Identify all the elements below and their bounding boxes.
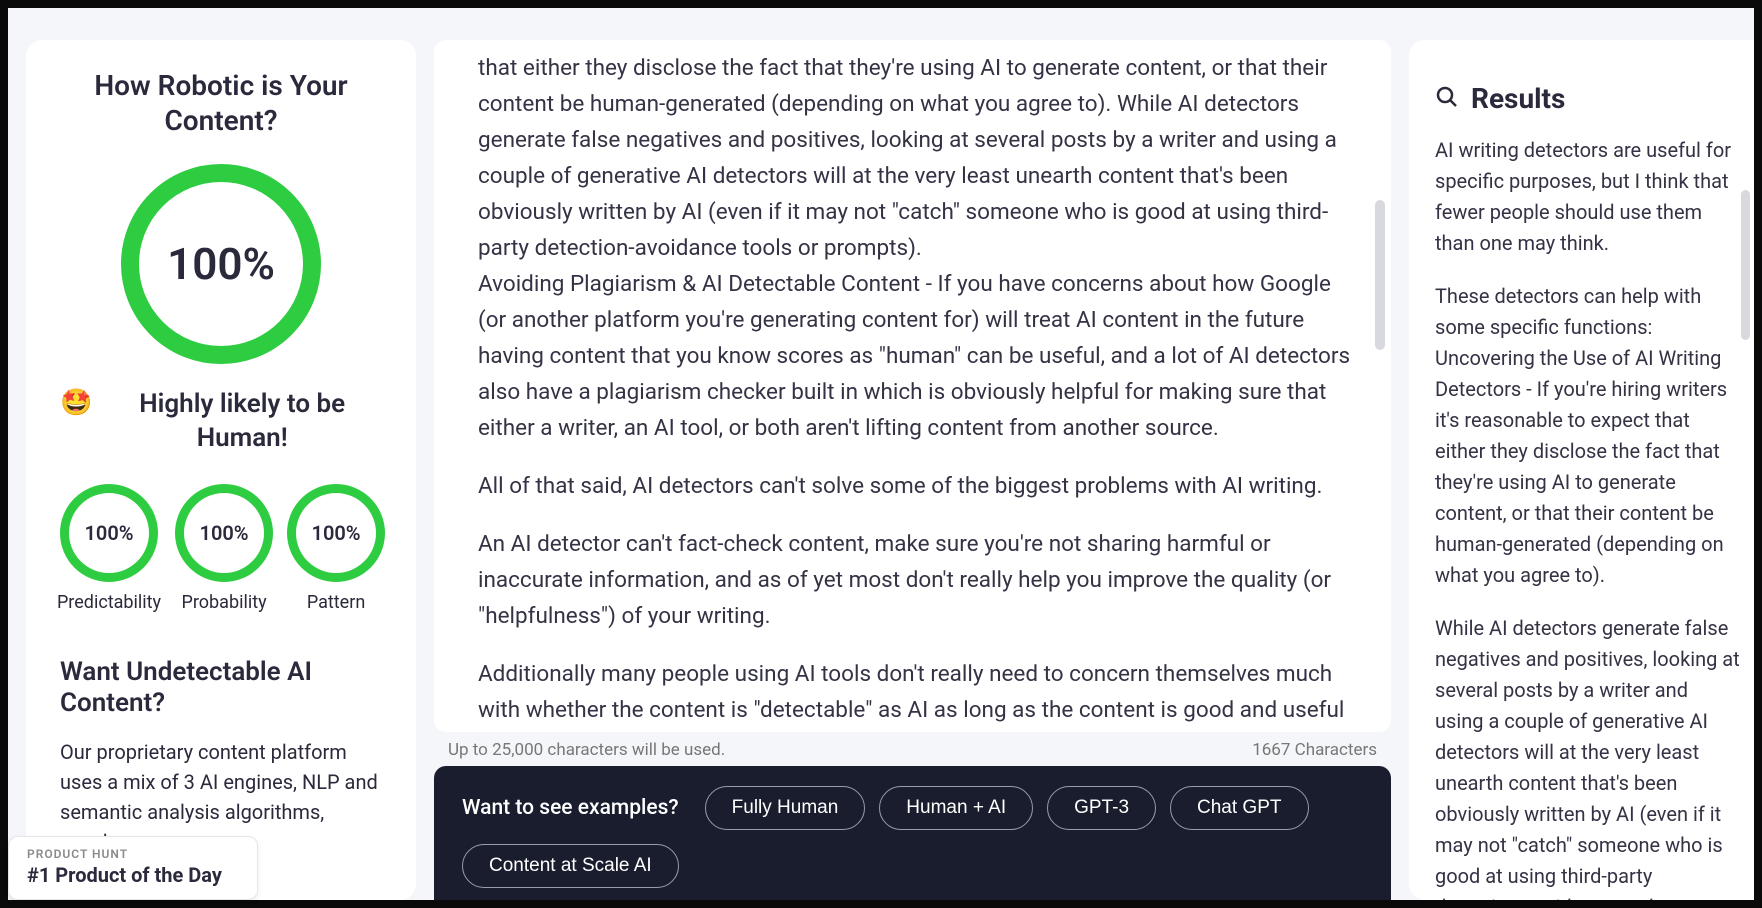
product-hunt-badge[interactable]: PRODUCT HUNT #1 Product of the Day <box>8 836 258 900</box>
metric-ring: 100% <box>287 484 385 582</box>
metric-label: Predictability <box>57 592 161 613</box>
example-content-at-scale-button[interactable]: Content at Scale AI <box>462 844 679 888</box>
editor-panel: that either they disclose the fact that … <box>434 40 1391 900</box>
metric-label: Probability <box>182 592 267 613</box>
results-scrollbar[interactable] <box>1741 190 1750 340</box>
content-editor[interactable]: that either they disclose the fact that … <box>434 40 1391 732</box>
editor-paragraph: that either they disclose the fact that … <box>478 50 1351 266</box>
results-title: Results <box>1471 82 1565 115</box>
overall-score-value: 100% <box>167 238 275 290</box>
results-header: Results <box>1435 82 1740 115</box>
editor-paragraph: Additionally many people using AI tools … <box>478 656 1351 732</box>
editor-paragraph: Avoiding Plagiarism & AI Detectable Cont… <box>478 266 1351 446</box>
score-title: How Robotic is Your Content? <box>60 68 382 138</box>
starstruck-emoji-icon: 🤩 <box>60 388 92 419</box>
overall-score-ring: 100% <box>121 164 321 364</box>
examples-label: Want to see examples? <box>462 796 679 820</box>
ph-badge-label: PRODUCT HUNT <box>27 847 239 861</box>
metric-value: 100% <box>200 521 249 545</box>
score-panel: How Robotic is Your Content? 100% 🤩 High… <box>26 40 416 900</box>
results-paragraph: While AI detectors generate false negati… <box>1435 613 1740 900</box>
ph-badge-title: #1 Product of the Day <box>27 863 239 887</box>
examples-bar: Want to see examples? Fully Human Human … <box>434 766 1391 900</box>
undetectable-heading: Want Undetectable AI Content? <box>60 657 382 719</box>
metric-ring: 100% <box>175 484 273 582</box>
metric-probability: 100% Probability <box>175 484 273 613</box>
metric-pattern: 100% Pattern <box>287 484 385 613</box>
metric-rings: 100% Predictability 100% Probability 100… <box>57 484 385 613</box>
metric-value: 100% <box>84 521 133 545</box>
results-paragraph: AI writing detectors are useful for spec… <box>1435 135 1740 259</box>
editor-paragraph: All of that said, AI detectors can't sol… <box>478 468 1351 504</box>
magnifier-icon <box>1435 85 1459 113</box>
example-gpt3-button[interactable]: GPT-3 <box>1047 786 1156 830</box>
metric-predictability: 100% Predictability <box>57 484 161 613</box>
char-limit-note: Up to 25,000 characters will be used. <box>448 740 725 760</box>
verdict: 🤩 Highly likely to be Human! <box>60 388 382 456</box>
example-chatgpt-button[interactable]: Chat GPT <box>1170 786 1308 830</box>
metric-value: 100% <box>312 521 361 545</box>
results-body: AI writing detectors are useful for spec… <box>1435 135 1740 900</box>
results-paragraph: These detectors can help with some speci… <box>1435 281 1740 591</box>
editor-paragraph: An AI detector can't fact-check content,… <box>478 526 1351 634</box>
char-count: 1667 Characters <box>1252 740 1377 760</box>
metric-ring: 100% <box>60 484 158 582</box>
example-fully-human-button[interactable]: Fully Human <box>705 786 866 830</box>
metric-label: Pattern <box>307 592 365 613</box>
editor-scrollbar[interactable] <box>1375 200 1385 350</box>
example-human-ai-button[interactable]: Human + AI <box>879 786 1033 830</box>
results-panel: Results AI writing detectors are useful … <box>1409 40 1754 900</box>
verdict-text: Highly likely to be Human! <box>102 388 382 456</box>
character-info-row: Up to 25,000 characters will be used. 16… <box>434 732 1391 766</box>
